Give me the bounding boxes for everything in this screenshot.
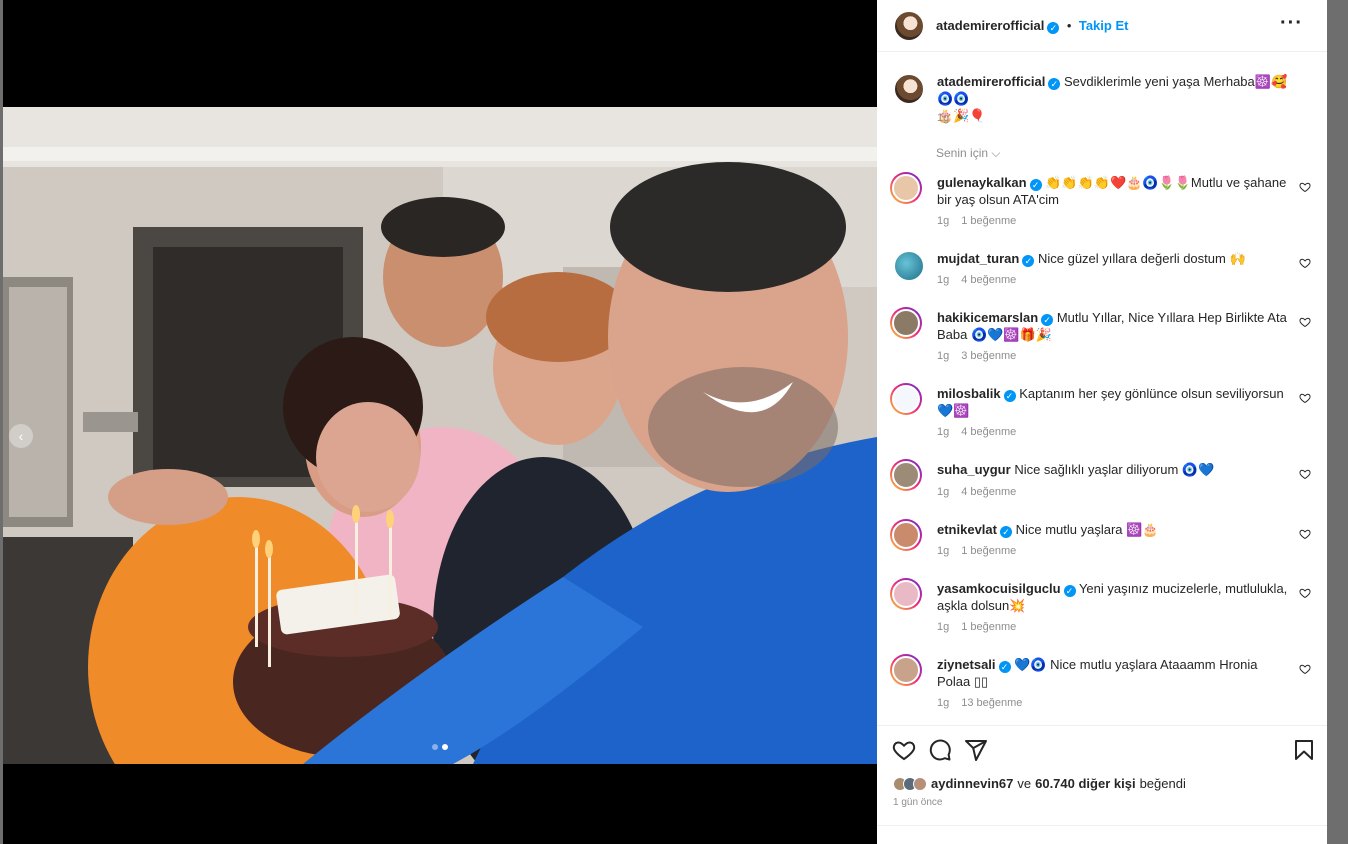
likers-avatars — [893, 776, 927, 791]
likes-others-link[interactable]: 60.740 diğer kişi — [1035, 776, 1135, 791]
carousel-prev-button[interactable]: ‹ — [9, 424, 33, 448]
comment-item: gulenaykalkan ✓ 👏👏👏👏❤️🎂🧿🌷🌷Mutlu ve şahane… — [877, 172, 1327, 232]
heart-icon[interactable] — [1299, 528, 1311, 540]
verified-icon: ✓ — [1047, 22, 1060, 34]
commenter-username[interactable]: gulenaykalkan — [937, 175, 1027, 190]
caption-time: 1g — [937, 112, 950, 124]
comment-sort-dropdown[interactable]: Senin için ⌵ — [936, 146, 1000, 161]
backdrop-right — [1327, 0, 1348, 844]
verified-icon: ✓ — [1041, 314, 1054, 326]
commenter-avatar[interactable] — [890, 519, 922, 551]
verified-icon: ✓ — [999, 526, 1012, 538]
caption-author-avatar[interactable] — [893, 73, 925, 105]
heart-icon[interactable] — [1299, 392, 1311, 404]
comment-time: 1g — [937, 697, 950, 709]
post-timestamp[interactable]: 1 gün önce — [893, 797, 943, 808]
comment-item: mujdat_turan ✓ Nice güzel yıllara değerli… — [877, 248, 1327, 293]
commenter-username[interactable]: yasamkocuisilguclu — [937, 581, 1061, 596]
comment-time: 1g — [937, 621, 950, 633]
commenter-username[interactable]: etnikevlat — [937, 522, 997, 537]
comment-item: hakikicemarslan ✓ Mutlu Yıllar, Nice Yıll… — [877, 307, 1327, 367]
commenter-avatar[interactable] — [890, 307, 922, 339]
comments-list[interactable]: atademirerofficial ✓ Sevdiklerimle yeni y… — [877, 53, 1327, 725]
comment-time: 1g — [937, 350, 950, 362]
commenter-username[interactable]: hakikicemarslan — [937, 310, 1038, 325]
header-separator: • — [1066, 18, 1072, 33]
comment-item: suha_uygur Nice sağlıklı yaşlar diliyoru… — [877, 459, 1327, 504]
post-actions: aydinnevin67 ve 60.740 diğer kişi beğend… — [877, 725, 1327, 825]
author-username[interactable]: atademirerofficial — [936, 18, 1044, 33]
comment-likes[interactable]: 1 beğenme — [961, 545, 1016, 557]
caption-username[interactable]: atademirerofficial — [937, 74, 1045, 89]
heart-icon[interactable] — [1299, 468, 1311, 480]
verified-icon: ✓ — [998, 661, 1011, 673]
caption: atademirerofficial ✓ Sevdiklerimle yeni y… — [877, 71, 1327, 131]
likes-connector: ve — [1017, 776, 1032, 791]
post-photo — [3, 107, 877, 764]
comment-likes[interactable]: 4 beğenme — [961, 486, 1016, 498]
comment-likes[interactable]: 1 beğenme — [961, 215, 1016, 227]
carousel-dot-1 — [432, 744, 438, 750]
follow-button[interactable]: Takip Et — [1079, 18, 1129, 33]
more-icon[interactable]: ··· — [1280, 12, 1303, 35]
comment-likes[interactable]: 13 beğenme — [961, 697, 1022, 709]
commenter-avatar[interactable] — [890, 654, 922, 686]
commenter-avatar[interactable] — [890, 459, 922, 491]
commenter-username[interactable]: milosbalik — [937, 386, 1001, 401]
heart-icon[interactable] — [1299, 181, 1311, 193]
heart-icon[interactable] — [1299, 257, 1311, 269]
verified-icon: ✓ — [1003, 390, 1016, 402]
comment-text: Nice mutlu yaşlara ☸️🎂 — [1015, 522, 1159, 537]
commenter-avatar[interactable] — [890, 578, 922, 610]
comment-text: Nice güzel yıllara değerli dostum 🙌 — [1037, 251, 1246, 266]
divider — [877, 825, 1327, 826]
commenter-username[interactable]: mujdat_turan — [937, 251, 1019, 266]
first-liker-username[interactable]: aydinnevin67 — [931, 776, 1013, 791]
heart-icon[interactable] — [1299, 316, 1311, 328]
comment-likes[interactable]: 4 beğenme — [961, 274, 1016, 286]
share-icon[interactable] — [964, 738, 988, 762]
verified-icon: ✓ — [1048, 78, 1061, 90]
commenter-username[interactable]: ziynetsali — [937, 657, 996, 672]
comment-likes[interactable]: 3 beğenme — [961, 350, 1016, 362]
comment-item: yasamkocuisilguclu ✓ Yeni yaşınız mucizel… — [877, 578, 1327, 638]
commenter-avatar[interactable] — [893, 250, 925, 282]
post-header: atademirerofficial ✓ • Takip Et ··· — [877, 0, 1327, 52]
heart-icon[interactable] — [1299, 663, 1311, 675]
comment-time: 1g — [937, 274, 950, 286]
bookmark-icon[interactable] — [1292, 738, 1316, 762]
comment-text: Nice sağlıklı yaşlar diliyorum 🧿💙 — [1014, 462, 1215, 477]
heart-icon[interactable] — [892, 738, 916, 762]
comment-item: milosbalik ✓ Kaptanım her şey gönlünce ol… — [877, 383, 1327, 443]
commenter-username[interactable]: suha_uygur — [937, 462, 1011, 477]
commenter-avatar[interactable] — [890, 383, 922, 415]
commenter-avatar[interactable] — [890, 172, 922, 204]
comment-time: 1g — [937, 545, 950, 557]
post-modal: ‹ atademirerofficial ✓ • Takip Et ··· at… — [0, 0, 1348, 844]
heart-icon[interactable] — [1299, 587, 1311, 599]
author-avatar[interactable] — [893, 10, 925, 42]
verified-icon: ✓ — [1022, 255, 1035, 267]
carousel-dot-2 — [442, 744, 448, 750]
comment-likes[interactable]: 4 beğenme — [961, 426, 1016, 438]
comment-item: ziynetsali ✓ 💙🧿 Nice mutlu yaşlara Ataaam… — [877, 654, 1327, 714]
post-details-panel: atademirerofficial ✓ • Takip Et ··· atade… — [877, 0, 1327, 844]
carousel-indicator — [432, 744, 448, 750]
post-media[interactable]: ‹ — [3, 0, 877, 844]
comment-icon[interactable] — [928, 738, 952, 762]
verified-icon: ✓ — [1063, 585, 1076, 597]
comment-likes[interactable]: 1 beğenme — [961, 621, 1016, 633]
verified-icon: ✓ — [1029, 179, 1042, 191]
comment-item: etnikevlat ✓ Nice mutlu yaşlara ☸️🎂 1g 1 b… — [877, 519, 1327, 564]
liker-avatar — [913, 776, 927, 791]
comment-time: 1g — [937, 426, 950, 438]
likes-suffix: beğendi — [1139, 776, 1186, 791]
comment-time: 1g — [937, 486, 950, 498]
likes-summary: aydinnevin67 ve 60.740 diğer kişi beğend… — [893, 776, 1186, 791]
comment-time: 1g — [937, 215, 950, 227]
